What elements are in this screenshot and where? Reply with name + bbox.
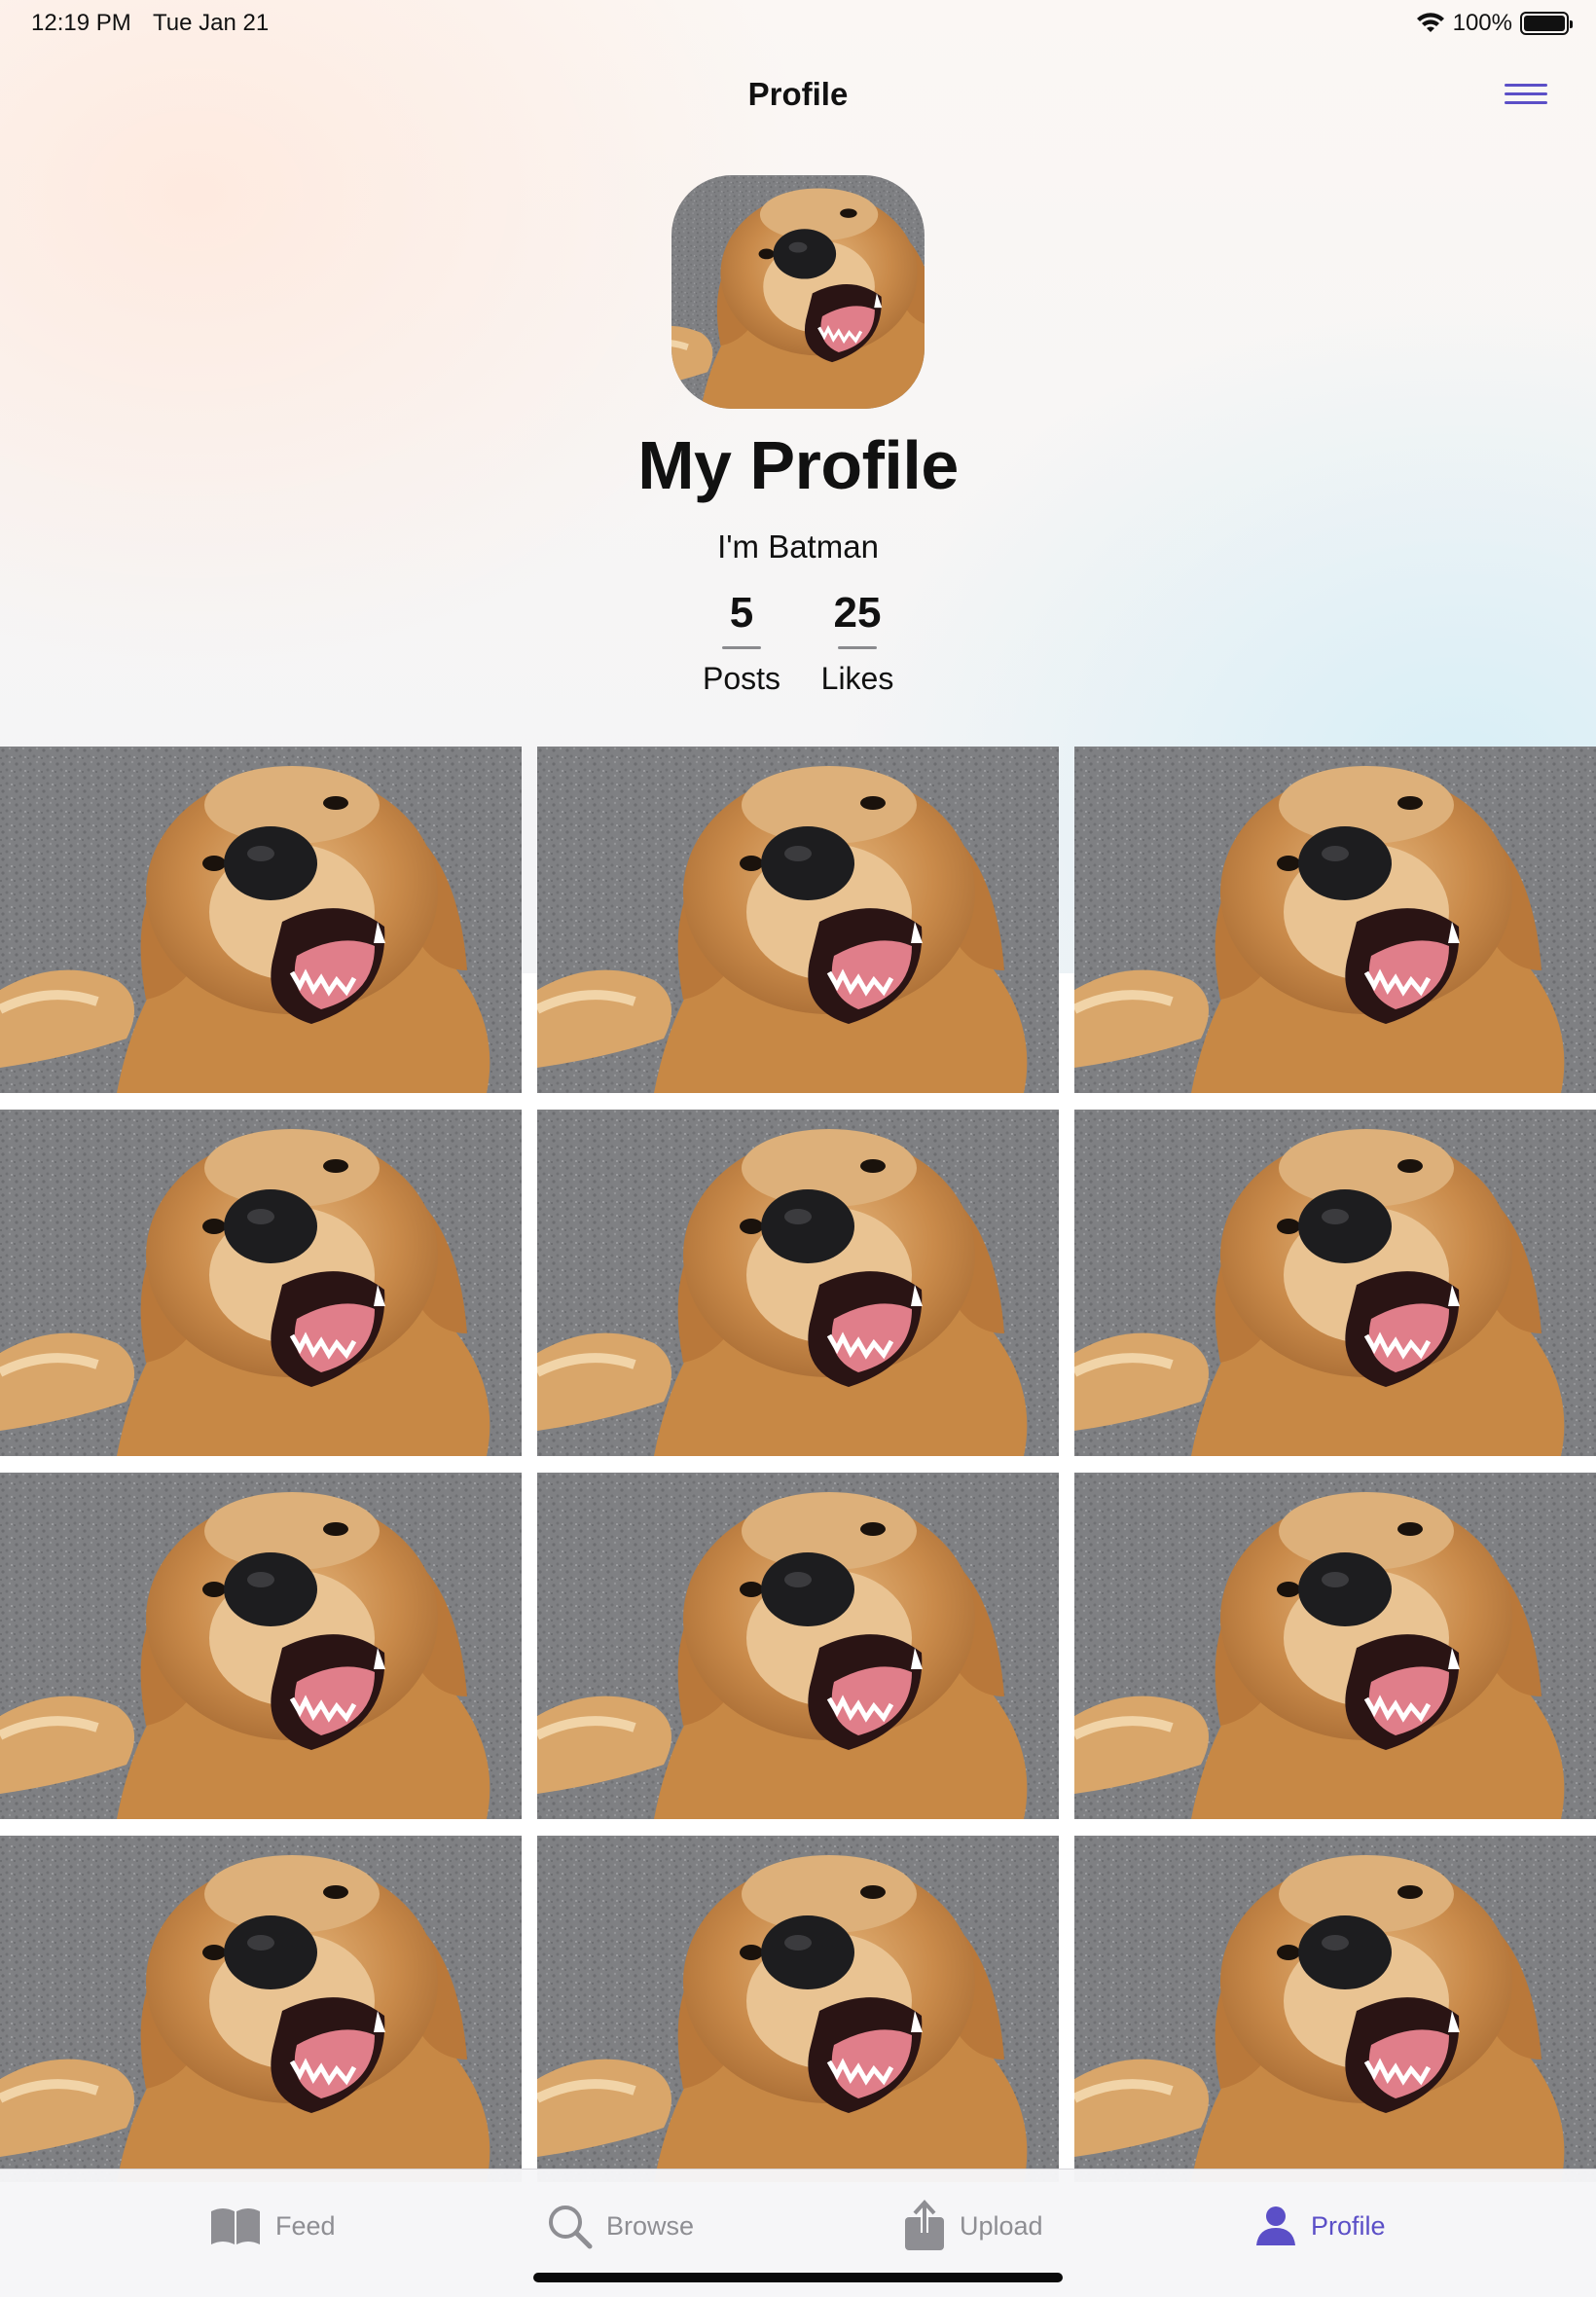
- tab-profile-label: Profile: [1311, 2210, 1386, 2241]
- status-time: 12:19 PM: [31, 10, 131, 36]
- status-right: 100%: [1416, 10, 1573, 37]
- page-title: Profile: [747, 76, 849, 112]
- posts-count: 5: [729, 589, 754, 637]
- posts-stat[interactable]: 5 Posts: [678, 584, 805, 697]
- golden-retriever-photo: [0, 1473, 522, 1819]
- photo-tile[interactable]: [1074, 1836, 1596, 2182]
- photo-tile[interactable]: [537, 1473, 1059, 1819]
- battery-percent: 100%: [1452, 10, 1512, 36]
- tab-upload-label: Upload: [960, 2210, 1043, 2241]
- person-icon: [1256, 2206, 1295, 2245]
- photo-tile[interactable]: [1074, 1473, 1596, 1819]
- likes-count: 25: [833, 589, 882, 637]
- golden-retriever-photo: [0, 1836, 522, 2182]
- tab-browse-label: Browse: [606, 2210, 695, 2241]
- book-icon: [211, 2208, 260, 2244]
- profile-name: My Profile: [637, 427, 959, 503]
- search-icon: [549, 2206, 593, 2249]
- golden-retriever-photo: [0, 747, 522, 1093]
- golden-retriever-photo: [1074, 1110, 1596, 1456]
- golden-retriever-photo: [537, 747, 1059, 1093]
- photo-tile[interactable]: [0, 1836, 522, 2182]
- golden-retriever-photo: [0, 1110, 522, 1456]
- stat-divider: [722, 646, 761, 649]
- photo-tile[interactable]: [537, 1110, 1059, 1456]
- photo-tile[interactable]: [537, 1836, 1059, 2182]
- golden-retriever-photo: [1074, 747, 1596, 1093]
- photo-tile[interactable]: [0, 1473, 522, 1819]
- battery-icon: [1520, 12, 1573, 35]
- posts-label: Posts: [702, 661, 781, 696]
- tab-bar: Feed Browse Upload Profile: [0, 2169, 1596, 2297]
- avatar[interactable]: [671, 175, 925, 409]
- golden-retriever-photo: [537, 1836, 1059, 2182]
- golden-retriever-photo: [1074, 1473, 1596, 1819]
- tab-feed[interactable]: Feed: [209, 2199, 336, 2253]
- tab-browse[interactable]: Browse: [546, 2199, 694, 2253]
- photo-tile[interactable]: [0, 747, 522, 1093]
- likes-label: Likes: [820, 661, 894, 696]
- tab-upload[interactable]: Upload: [903, 2199, 1043, 2253]
- tab-feed-label: Feed: [275, 2210, 336, 2241]
- golden-retriever-photo: [537, 1473, 1059, 1819]
- photo-tile[interactable]: [1074, 747, 1596, 1093]
- likes-stat[interactable]: 25 Likes: [794, 584, 921, 697]
- upload-icon: [905, 2200, 944, 2250]
- status-bar: 12:19 PM Tue Jan 21 100%: [0, 0, 1596, 47]
- hamburger-menu-icon[interactable]: [1505, 82, 1549, 107]
- stat-divider: [838, 646, 877, 649]
- dog-photo: [671, 175, 925, 409]
- home-indicator: [533, 2273, 1063, 2282]
- wifi-icon: [1416, 13, 1444, 32]
- photo-tile[interactable]: [537, 747, 1059, 1093]
- golden-retriever-photo: [1074, 1836, 1596, 2182]
- profile-bio: I'm Batman: [717, 529, 879, 565]
- photo-tile[interactable]: [0, 1110, 522, 1456]
- tab-profile[interactable]: Profile: [1254, 2199, 1386, 2253]
- photo-tile[interactable]: [1074, 1110, 1596, 1456]
- golden-retriever-photo: [537, 1110, 1059, 1456]
- status-date: Tue Jan 21: [153, 10, 270, 36]
